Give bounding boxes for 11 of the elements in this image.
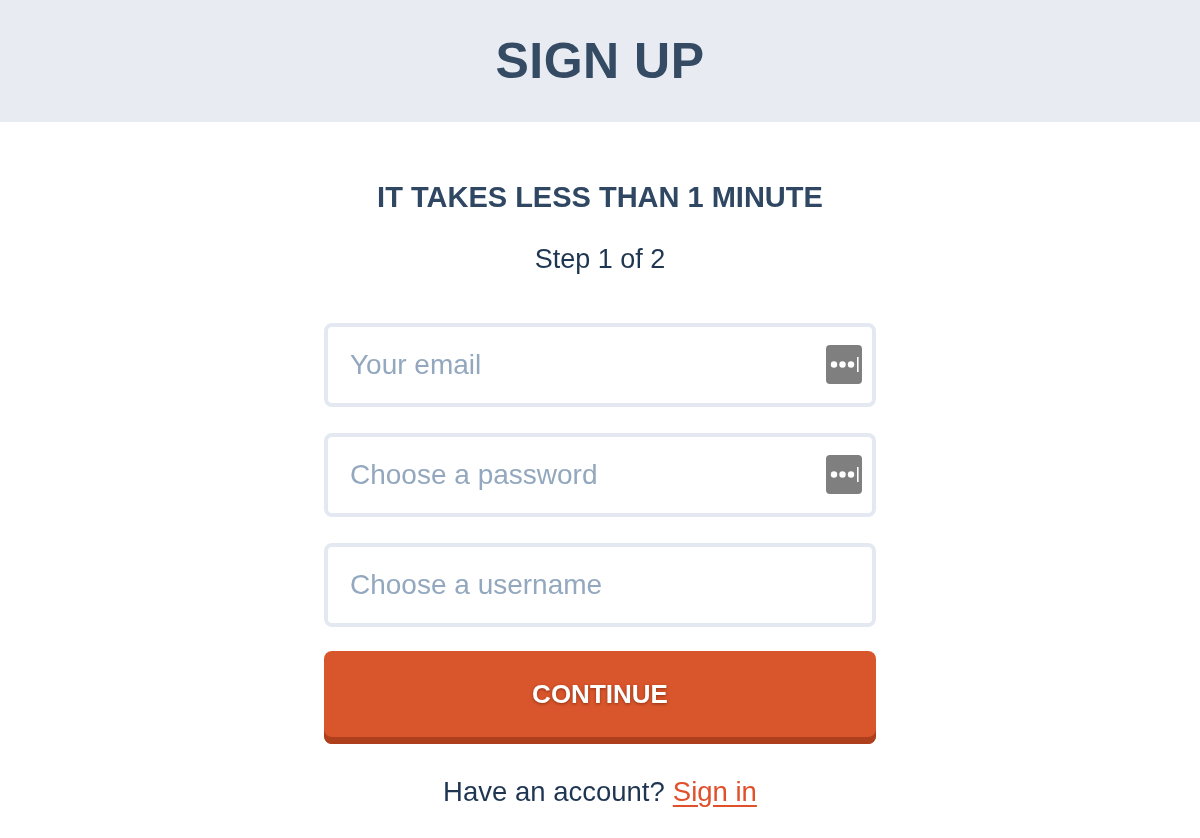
dots-cursor-icon[interactable]	[826, 345, 862, 384]
sign-in-link[interactable]: Sign in	[672, 776, 757, 808]
page-title: SIGN UP	[495, 32, 705, 90]
continue-button[interactable]: CONTINUE	[324, 651, 876, 744]
form-subtitle: IT TAKES LESS THAN 1 MINUTE	[377, 180, 823, 215]
dots-cursor-icon[interactable]	[826, 455, 862, 494]
input-field[interactable]: Your email	[324, 323, 876, 407]
account-prompt: Have an account?	[443, 776, 665, 808]
input-field[interactable]: Choose a username	[324, 543, 876, 627]
step-indicator: Step 1 of 2	[534, 243, 666, 275]
input-field[interactable]: Choose a password	[324, 433, 876, 517]
